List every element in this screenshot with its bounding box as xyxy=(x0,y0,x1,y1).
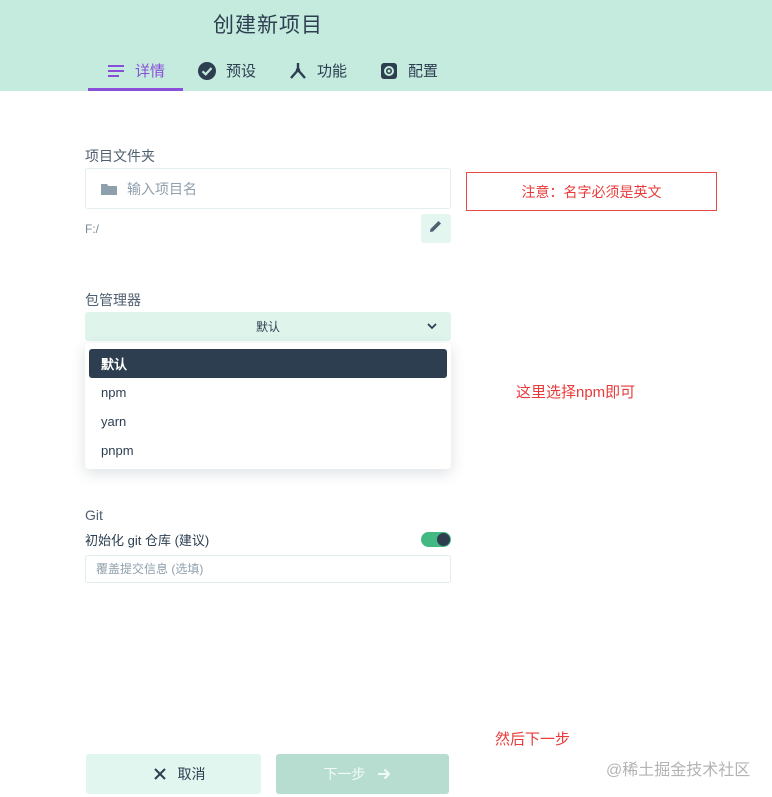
tab-config[interactable]: 配置 xyxy=(361,50,456,91)
package-manager-label: 包管理器 xyxy=(85,292,141,308)
tab-bar: 详情 预设 功能 配置 xyxy=(88,50,456,91)
arrow-right-icon xyxy=(376,766,392,782)
project-name-field[interactable] xyxy=(85,168,451,209)
commit-message-input[interactable] xyxy=(96,562,450,576)
tab-features[interactable]: 功能 xyxy=(270,50,365,91)
next-button-label: 下一步 xyxy=(323,766,366,782)
tab-details[interactable]: 详情 xyxy=(88,50,184,91)
project-name-input[interactable] xyxy=(127,180,450,197)
git-init-label: 初始化 git 仓库 (建议) xyxy=(85,532,210,548)
npm-note-annotation: 这里选择npm即可 xyxy=(516,384,636,401)
tab-presets-label: 预设 xyxy=(226,63,257,80)
next-button[interactable]: 下一步 xyxy=(276,754,449,794)
chevron-down-icon xyxy=(426,320,438,332)
list-icon xyxy=(106,61,126,81)
git-label: Git xyxy=(85,507,103,523)
tab-details-label: 详情 xyxy=(135,63,166,80)
check-circle-icon xyxy=(197,61,217,81)
page-title: 创建新项目 xyxy=(213,14,323,37)
tab-presets[interactable]: 预设 xyxy=(179,50,274,91)
commit-message-field[interactable] xyxy=(85,555,451,583)
cancel-button-label: 取消 xyxy=(177,766,206,782)
tab-config-label: 配置 xyxy=(408,63,439,80)
package-manager-dropdown: 默认 npm yarn pnpm xyxy=(85,343,451,469)
tab-features-label: 功能 xyxy=(317,63,348,80)
git-init-row: 初始化 git 仓库 (建议) xyxy=(85,530,451,548)
merge-icon xyxy=(288,61,308,81)
name-note-annotation: 注意：名字必须是英文 xyxy=(466,172,717,211)
git-init-toggle[interactable] xyxy=(421,531,451,547)
pencil-icon xyxy=(429,219,443,238)
cancel-button[interactable]: 取消 xyxy=(86,754,261,794)
watermark: @稀土掘金技术社区 xyxy=(606,762,751,779)
option-npm[interactable]: npm xyxy=(89,378,447,407)
next-note-annotation: 然后下一步 xyxy=(495,731,571,748)
folder-icon xyxy=(100,180,118,198)
option-yarn[interactable]: yarn xyxy=(89,407,447,436)
toggle-knob xyxy=(437,532,450,546)
edit-path-button[interactable] xyxy=(421,214,451,243)
option-pnpm[interactable]: pnpm xyxy=(89,436,447,465)
settings-icon xyxy=(379,61,399,81)
close-icon xyxy=(152,766,168,782)
header: 创建新项目 详情 预设 功能 配置 xyxy=(0,0,772,91)
folder-label: 项目文件夹 xyxy=(85,148,155,164)
package-manager-value: 默认 xyxy=(255,320,280,334)
option-default[interactable]: 默认 xyxy=(89,349,447,378)
project-path: F:/ xyxy=(85,222,99,236)
package-manager-select[interactable]: 默认 xyxy=(85,312,451,341)
